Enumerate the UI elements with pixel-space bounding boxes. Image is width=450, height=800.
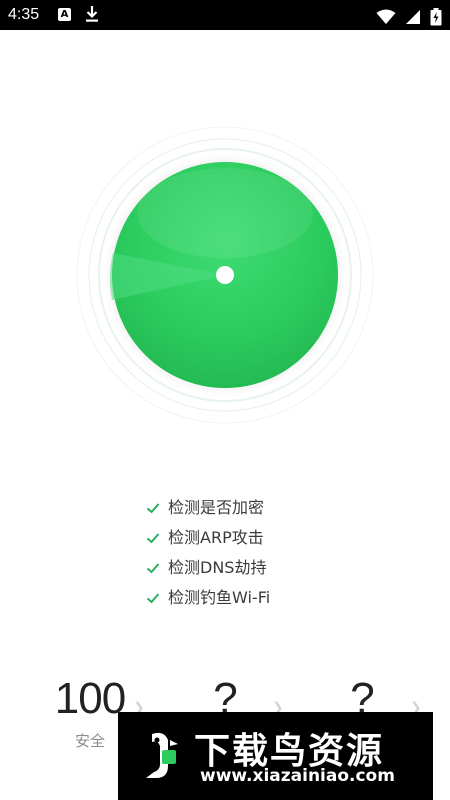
battery-icon — [430, 7, 442, 25]
download-icon — [85, 5, 99, 27]
signal-icon — [405, 9, 420, 24]
check-item-arp: 检测ARP攻击 — [146, 523, 270, 553]
status-icons — [372, 6, 442, 26]
status-bar: 4:35 A — [0, 0, 450, 30]
watermark-url: www.xiazainiao.com — [200, 766, 395, 786]
check-label: 检测是否加密 — [168, 498, 265, 517]
checkmark-icon — [146, 503, 160, 514]
checkmark-icon — [146, 593, 160, 604]
check-label: 检测ARP攻击 — [168, 528, 264, 547]
wifi-icon — [376, 9, 396, 24]
watermark-banner: 下载鸟资源 www.xiazainiao.com — [118, 712, 433, 800]
check-list: 检测是否加密 检测ARP攻击 检测DNS劫持 检测钓鱼Wi-Fi — [146, 493, 270, 613]
checkmark-icon — [146, 533, 160, 544]
dial-highlight — [137, 168, 313, 258]
scan-radar — [75, 125, 375, 425]
notification-a-icon: A — [58, 8, 71, 21]
dial-center-dot — [216, 266, 234, 284]
check-label: 检测钓鱼Wi-Fi — [168, 588, 271, 607]
bird-logo-icon — [146, 732, 178, 778]
check-item-dns: 检测DNS劫持 — [146, 553, 270, 583]
check-label: 检测DNS劫持 — [168, 558, 267, 577]
status-time: 4:35 — [8, 6, 40, 23]
checkmark-icon — [146, 563, 160, 574]
check-item-encryption: 检测是否加密 — [146, 493, 270, 523]
check-item-phishing-wifi: 检测钓鱼Wi-Fi — [146, 583, 270, 613]
